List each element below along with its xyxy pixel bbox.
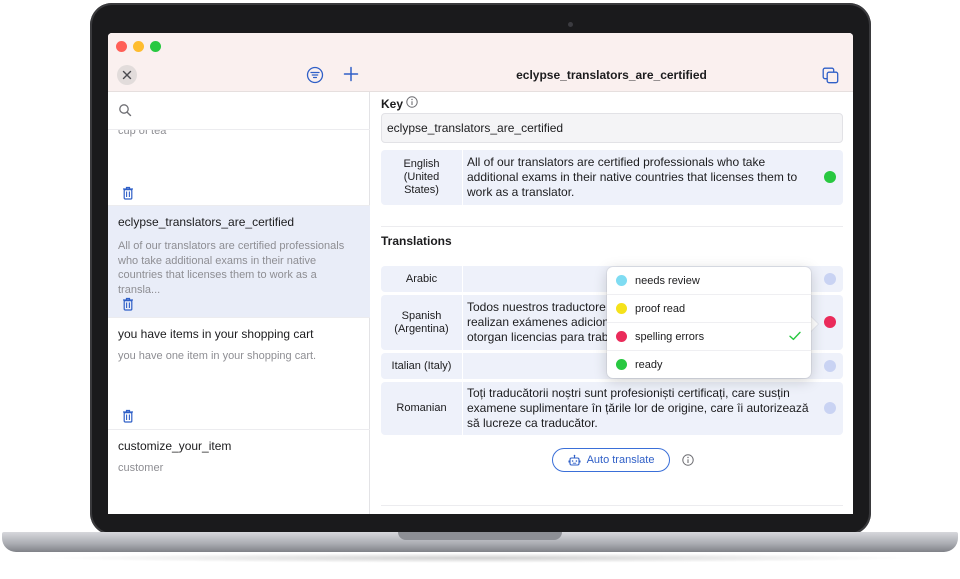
trash-icon[interactable]	[122, 409, 134, 423]
status-option-spelling-errors[interactable]: spelling errors	[607, 323, 811, 350]
list-item-title: you have items in your shopping cart	[118, 327, 314, 341]
status-dot[interactable]	[824, 360, 836, 372]
page-title: eclypse_translators_are_certified	[516, 68, 707, 82]
camera	[568, 22, 573, 27]
source-text[interactable]: All of our translators are certified pro…	[467, 150, 817, 205]
status-option-label: ready	[635, 358, 663, 371]
search-input[interactable]	[140, 100, 360, 122]
auto-translate-label: Auto translate	[586, 454, 655, 466]
language-label: Arabic	[381, 266, 463, 292]
source-language-row: English (United States) All of our trans…	[381, 150, 843, 205]
list-item-description: you have one item in your shopping cart.	[118, 350, 317, 362]
auto-translate-button[interactable]: Auto translate	[552, 448, 670, 472]
status-color-dot	[616, 359, 627, 370]
status-dot[interactable]	[824, 316, 836, 328]
language-label: Romanian	[381, 382, 463, 435]
key-label: Key	[381, 97, 404, 111]
search-icon	[119, 104, 132, 117]
search-bar	[108, 92, 370, 130]
status-popup-menu: needs review proof read spelling errors …	[607, 267, 811, 378]
checkmark-icon	[789, 331, 801, 341]
detail-titlebar: eclypse_translators_are_certified	[370, 33, 853, 92]
status-option-ready[interactable]: ready	[607, 351, 811, 378]
window-zoom-button[interactable]	[150, 41, 161, 52]
language-label: Italian (Italy)	[381, 353, 463, 379]
divider	[381, 505, 843, 506]
status-color-dot	[616, 303, 627, 314]
list-item-description: All of our translators are certified pro…	[118, 240, 345, 296]
status-option-label: needs review	[635, 274, 700, 287]
language-label: Spanish (Argentina)	[381, 295, 463, 350]
status-color-dot	[616, 331, 627, 342]
translation-row: Romanian Toți traducătorii noștri sunt p…	[381, 382, 843, 435]
status-option-label: proof read	[635, 302, 686, 315]
window-minimize-button[interactable]	[133, 41, 144, 52]
popup-arrow	[810, 316, 818, 332]
add-key-button[interactable]	[342, 65, 360, 83]
info-icon[interactable]	[406, 96, 418, 108]
laptop-base-notch	[398, 532, 562, 540]
key-input[interactable]	[381, 113, 843, 143]
trash-icon[interactable]	[122, 186, 134, 200]
status-option-proof-read[interactable]: proof read	[607, 295, 811, 322]
detail-pane: eclypse_translators_are_certified Key En…	[370, 33, 853, 514]
app-window: cup of tea eclypse_translators_are_certi…	[108, 33, 853, 514]
status-color-dot	[616, 275, 627, 286]
filter-icon[interactable]	[306, 66, 324, 84]
copy-icon[interactable]	[822, 67, 839, 84]
status-dot[interactable]	[824, 273, 836, 285]
list-item-description: cup of tea	[118, 130, 167, 137]
list-item-description: customer	[118, 462, 164, 474]
translations-heading: Translations	[381, 234, 452, 248]
list-item[interactable]: cup of tea	[108, 130, 370, 206]
list-item[interactable]: you have items in your shopping cart you…	[108, 318, 370, 430]
trash-icon[interactable]	[122, 297, 134, 311]
translation-text[interactable]: Toți traducătorii noștri sunt profesioni…	[467, 382, 817, 435]
status-dot[interactable]	[824, 402, 836, 414]
list-item[interactable]: eclypse_translators_are_certified All of…	[108, 206, 370, 318]
list-item[interactable]: customize_your_item customer	[108, 430, 370, 514]
robot-icon	[568, 454, 581, 466]
sidebar: cup of tea eclypse_translators_are_certi…	[108, 33, 370, 514]
window-close-button[interactable]	[116, 41, 127, 52]
status-dot[interactable]	[824, 171, 836, 183]
key-list: cup of tea eclypse_translators_are_certi…	[108, 130, 370, 514]
info-icon[interactable]	[682, 454, 694, 466]
language-label: English (United States)	[381, 150, 463, 205]
divider	[381, 226, 843, 227]
laptop-shadow	[40, 553, 920, 563]
list-item-title: eclypse_translators_are_certified	[118, 215, 295, 229]
close-panel-button[interactable]	[117, 65, 137, 85]
status-option-needs-review[interactable]: needs review	[607, 267, 811, 294]
close-icon	[122, 70, 132, 80]
list-item-title: customize_your_item	[118, 439, 232, 453]
sidebar-titlebar	[108, 33, 370, 92]
status-option-label: spelling errors	[635, 330, 705, 343]
